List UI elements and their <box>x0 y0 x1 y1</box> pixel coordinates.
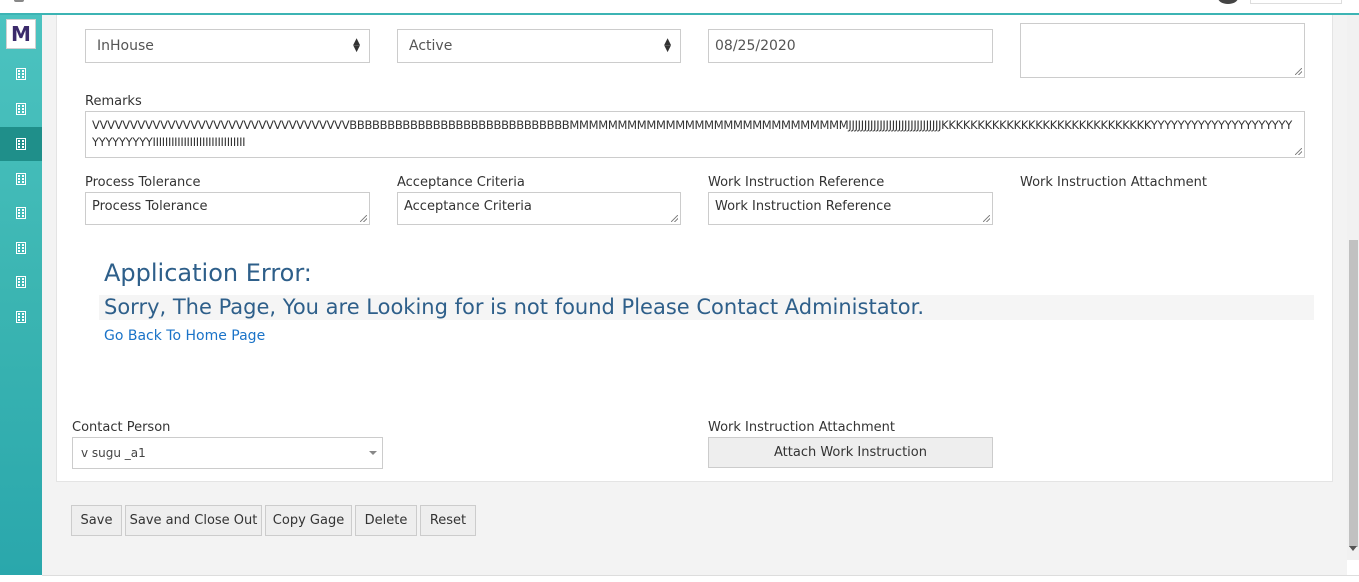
save-button[interactable]: Save <box>71 505 122 536</box>
sidebar: M <box>0 15 42 575</box>
building-icon <box>16 311 26 323</box>
sidebar-item-4[interactable] <box>0 162 42 196</box>
process-tolerance-input[interactable]: Process Tolerance <box>85 192 370 225</box>
app-logo[interactable]: M <box>6 19 36 49</box>
acceptance-criteria-value: Acceptance Criteria <box>404 199 532 214</box>
contact-person-label: Contact Person <box>72 420 171 435</box>
remarks-textarea[interactable]: VVVVVVVVVVVVVVVVVVVVVVVVVVVVVVVVVVBBBBBB… <box>85 111 1305 158</box>
status-value: Active <box>409 38 453 54</box>
remarks-value: VVVVVVVVVVVVVVVVVVVVVVVVVVVVVVVVVVBBBBBB… <box>92 118 1292 149</box>
save-and-close-button[interactable]: Save and Close Out <box>125 505 262 536</box>
sidebar-item-2[interactable] <box>0 92 42 126</box>
resize-grip-icon[interactable] <box>983 215 990 222</box>
work-instruction-reference-label: Work Instruction Reference <box>708 175 885 190</box>
building-icon <box>16 173 26 185</box>
select-caret-icon: ▲ ▼ <box>353 37 360 54</box>
menu-icon[interactable] <box>14 0 24 2</box>
sidebar-item-8[interactable] <box>0 300 42 334</box>
sidebar-item-1[interactable] <box>0 57 42 91</box>
resize-grip-icon[interactable] <box>360 215 367 222</box>
work-instruction-attachment-label: Work Instruction Attachment <box>1020 175 1207 190</box>
date-value: 08/25/2020 <box>715 38 796 54</box>
process-tolerance-value: Process Tolerance <box>92 199 208 214</box>
reset-button[interactable]: Reset <box>420 505 476 536</box>
building-icon <box>16 138 26 150</box>
scrollbar[interactable] <box>1347 15 1359 560</box>
calibration-source-select[interactable]: InHouse ▲ ▼ <box>85 29 370 63</box>
contact-person-select[interactable]: v sugu _a1 <box>72 437 383 469</box>
main-content: InHouse ▲ ▼ Active ▲ ▼ 08/25/2020 Remarks … <box>42 15 1347 582</box>
scrollbar-thumb[interactable] <box>1349 240 1358 547</box>
attach-work-instruction-button[interactable]: Attach Work Instruction <box>708 437 993 468</box>
work-instruction-attachment-label-2: Work Instruction Attachment <box>708 420 895 435</box>
top-bar <box>0 0 1359 15</box>
building-icon <box>16 276 26 288</box>
date-input[interactable]: 08/25/2020 <box>708 29 993 63</box>
error-title: Application Error: <box>104 259 312 287</box>
calibration-source-value: InHouse <box>97 38 154 54</box>
building-icon <box>16 242 26 254</box>
building-icon <box>16 103 26 115</box>
work-instruction-reference-value: Work Instruction Reference <box>715 199 892 214</box>
avatar[interactable] <box>1218 0 1238 4</box>
home-link[interactable]: Go Back To Home Page <box>104 328 265 344</box>
sidebar-item-5[interactable] <box>0 196 42 230</box>
contact-person-value: v sugu _a1 <box>81 446 146 460</box>
process-tolerance-label: Process Tolerance <box>85 175 201 190</box>
copy-gage-button[interactable]: Copy Gage <box>265 505 352 536</box>
building-icon <box>16 68 26 80</box>
status-select[interactable]: Active ▲ ▼ <box>397 29 681 63</box>
building-icon <box>16 207 26 219</box>
acceptance-criteria-input[interactable]: Acceptance Criteria <box>397 192 681 225</box>
resize-grip-icon[interactable] <box>1295 68 1302 75</box>
scroll-down-arrow-icon[interactable] <box>1349 546 1357 551</box>
sidebar-item-7[interactable] <box>0 265 42 299</box>
form-panel: InHouse ▲ ▼ Active ▲ ▼ 08/25/2020 Remarks … <box>56 15 1333 482</box>
resize-grip-icon[interactable] <box>671 215 678 222</box>
bottom-edge <box>42 575 1359 582</box>
accuracy-textarea[interactable] <box>1020 23 1305 78</box>
chevron-down-icon <box>369 451 377 455</box>
resize-grip-icon[interactable] <box>1295 148 1302 155</box>
error-message: Sorry, The Page, You are Looking for is … <box>99 295 1314 320</box>
sidebar-item-3[interactable] <box>0 127 42 161</box>
logo-text: M <box>11 22 31 46</box>
sidebar-item-6[interactable] <box>0 231 42 265</box>
remarks-label: Remarks <box>85 94 142 109</box>
acceptance-criteria-label: Acceptance Criteria <box>397 175 525 190</box>
user-menu[interactable] <box>1250 0 1342 4</box>
work-instruction-reference-input[interactable]: Work Instruction Reference <box>708 192 993 225</box>
delete-button[interactable]: Delete <box>355 505 417 536</box>
select-caret-icon: ▲ ▼ <box>664 37 671 54</box>
